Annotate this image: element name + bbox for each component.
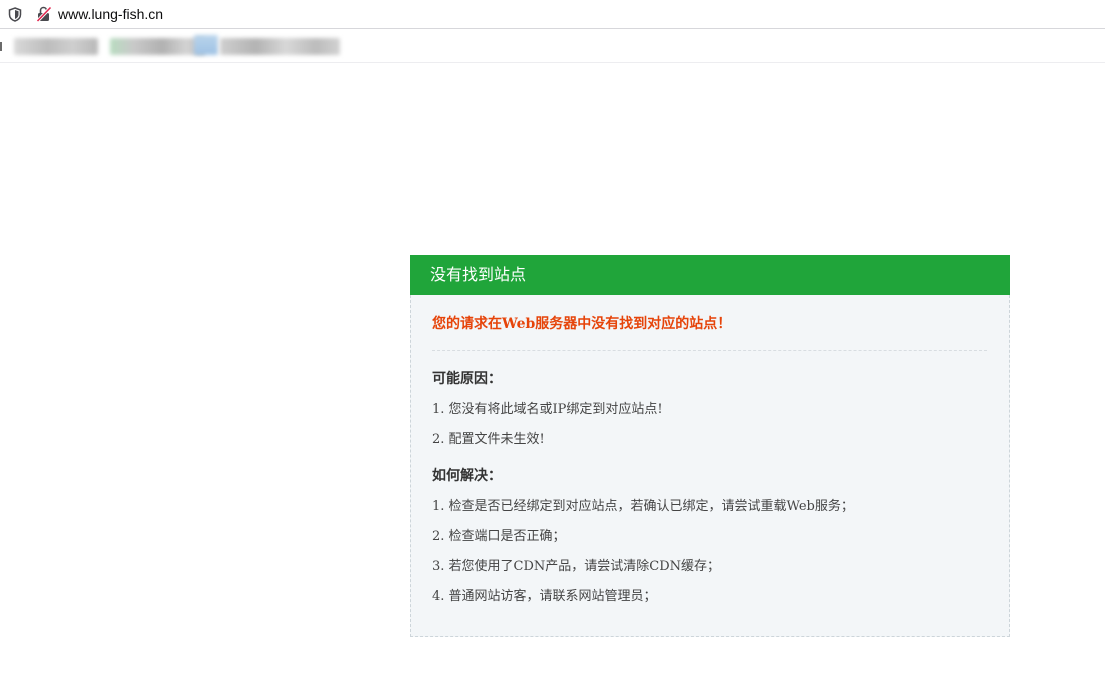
list-item: 2. 配置文件未生效! — [432, 432, 545, 447]
causes-title: 可能原因： — [432, 371, 502, 387]
blurred-bookmark[interactable] — [110, 38, 205, 55]
divider — [432, 350, 987, 351]
bookmarks-toolbar — [0, 30, 1105, 63]
shield-icon[interactable] — [8, 7, 22, 22]
blurred-bookmark[interactable] — [14, 38, 98, 55]
solutions-list: 1. 检查是否已经绑定到对应站点，若确认已绑定，请尝试重载Web服务； 2. 检… — [432, 498, 988, 606]
solutions-title: 如何解决： — [432, 468, 502, 484]
bookmark-edge — [0, 42, 2, 51]
list-item: 2. 检查端口是否正确； — [432, 529, 566, 544]
causes-list: 1. 您没有将此域名或IP绑定到对应站点! 2. 配置文件未生效! — [432, 401, 988, 449]
list-item: 1. 您没有将此域名或IP绑定到对应站点! — [432, 402, 663, 417]
list-item: 4. 普通网站访客，请联系网站管理员； — [432, 589, 657, 604]
url-text[interactable]: www.lung-fish.cn — [58, 5, 163, 23]
blurred-bookmark[interactable] — [220, 38, 340, 55]
insecure-lock-icon[interactable] — [36, 6, 52, 22]
list-item: 1. 检查是否已经绑定到对应站点，若确认已绑定，请尝试重载Web服务； — [432, 499, 854, 514]
error-message: 您的请求在Web服务器中没有找到对应的站点！ — [432, 316, 732, 332]
panel-header: 没有找到站点 — [410, 255, 1010, 295]
address-bar[interactable]: www.lung-fish.cn — [0, 0, 1105, 29]
list-item: 3. 若您使用了CDN产品，请尝试清除CDN缓存； — [432, 559, 721, 574]
error-panel: 没有找到站点 您的请求在Web服务器中没有找到对应的站点！ 可能原因： 1. 您… — [410, 255, 1010, 637]
blurred-bookmark[interactable] — [194, 35, 218, 55]
panel-body: 您的请求在Web服务器中没有找到对应的站点！ 可能原因： 1. 您没有将此域名或… — [410, 295, 1010, 637]
